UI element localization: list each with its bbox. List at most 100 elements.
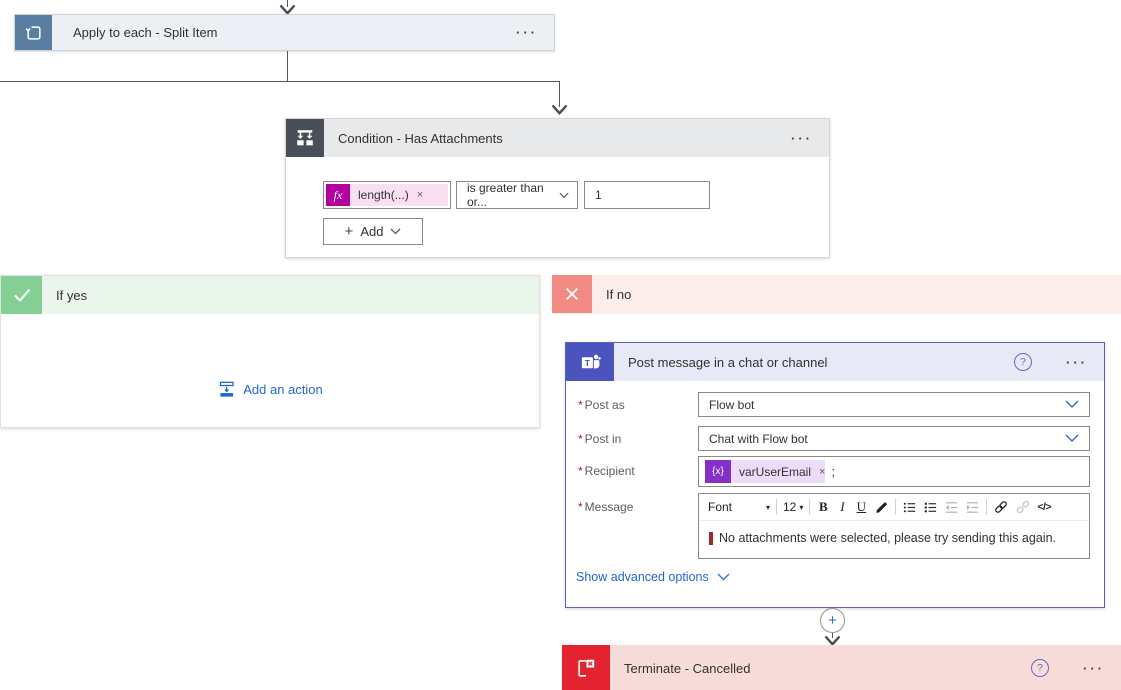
condition-add-button[interactable]: + Add (323, 218, 423, 245)
add-button-label: Add (360, 224, 384, 239)
show-advanced-options-link[interactable]: Show advanced options (576, 570, 730, 584)
required-mark: * (578, 398, 583, 412)
connector-line (287, 51, 288, 81)
remove-token-icon[interactable]: × (819, 466, 825, 478)
pen-icon (876, 501, 888, 513)
apply-to-each-menu-button[interactable]: ··· (500, 15, 554, 50)
apply-to-each-loop-icon (15, 15, 52, 50)
code-view-button[interactable]: </> (1037, 501, 1051, 513)
bold-button[interactable]: B (816, 499, 830, 515)
plus-icon: + (344, 223, 354, 240)
variable-token-label: varUserEmail (739, 464, 812, 479)
chevron-down-icon (1065, 434, 1079, 443)
bullet-list-button[interactable] (902, 500, 917, 515)
italic-button[interactable]: I (836, 499, 848, 515)
richtext-toolbar: Font ▾ 12 ▾ B I U </> (699, 494, 1089, 521)
expression-token[interactable]: fx length(...) × (326, 184, 448, 206)
condition-value: 1 (595, 188, 602, 202)
condition-operand-field[interactable]: fx length(...) × (323, 181, 451, 209)
if-yes-title: If yes (56, 287, 88, 303)
condition-operator-dropdown[interactable]: is greater than or... (456, 181, 578, 209)
branch-if-no-header[interactable]: If no (552, 275, 1121, 313)
message-content[interactable]: No attachments were selected, please try… (699, 521, 1089, 545)
add-an-action-label: Add an action (243, 382, 323, 397)
expression-token-label: length(...) (358, 188, 409, 202)
chevron-down-icon (390, 228, 401, 235)
branch-if-yes: If yes Add an action (0, 275, 540, 428)
fx-icon: fx (326, 184, 350, 206)
required-mark: * (578, 464, 583, 478)
post-in-dropdown[interactable]: Chat with Flow bot (698, 426, 1090, 451)
if-no-title: If no (606, 286, 632, 302)
arrow-down-icon (551, 104, 568, 115)
post-in-value: Chat with Flow bot (709, 431, 808, 446)
post-as-label: * Post as (578, 398, 625, 412)
condition-title: Condition - Has Attachments (338, 130, 503, 146)
action-condition: Condition - Has Attachments ··· fx lengt… (285, 118, 830, 258)
x-icon (552, 275, 592, 313)
chevron-down-icon (559, 192, 569, 198)
post-in-label: * Post in (578, 432, 622, 446)
bullet-list-icon (904, 502, 916, 512)
recipient-label: * Recipient (578, 464, 635, 478)
terminate-icon (562, 645, 610, 690)
numbered-list-icon (925, 502, 937, 512)
recipient-suffix: ; (831, 464, 835, 479)
insert-link-button[interactable] (993, 499, 1009, 515)
terminate-title: Terminate - Cancelled (624, 660, 751, 676)
chevron-down-icon (717, 573, 730, 581)
variable-token[interactable]: {x} varUserEmail × (705, 460, 826, 483)
action-post-message-teams: T Post message in a chat or channel ? ··… (565, 342, 1105, 608)
connector-line (0, 81, 560, 82)
outdent-icon (946, 501, 958, 513)
remove-token-icon[interactable]: × (417, 189, 423, 201)
flow-designer-canvas: Apply to each - Split Item ··· Condition… (0, 0, 1121, 690)
toolbar-divider (809, 499, 811, 515)
action-terminate[interactable]: Terminate - Cancelled ? ··· (562, 645, 1121, 690)
terminate-menu-button[interactable]: ··· (1067, 645, 1121, 690)
condition-icon (286, 119, 324, 157)
message-label: * Message (578, 500, 634, 514)
message-text: No attachments were selected, please try… (719, 531, 1056, 545)
remove-link-button[interactable] (1015, 499, 1031, 515)
required-mark: * (578, 500, 583, 514)
add-action-icon (219, 381, 234, 397)
microsoft-teams-icon: T (566, 343, 614, 381)
required-mark: * (578, 432, 583, 446)
message-editor[interactable]: Font ▾ 12 ▾ B I U </> No attachments wer… (698, 493, 1090, 559)
variable-icon: {x} (705, 460, 731, 483)
font-size-dropdown[interactable]: 12 ▾ (783, 500, 803, 514)
insert-step-button[interactable]: + (820, 608, 845, 633)
post-as-value: Flow bot (709, 397, 755, 412)
if-yes-header[interactable]: If yes (1, 276, 539, 314)
condition-header[interactable]: Condition - Has Attachments ··· (286, 119, 829, 157)
plus-icon: + (828, 612, 837, 629)
indent-button[interactable] (965, 500, 980, 515)
teams-card-title: Post message in a chat or channel (628, 354, 828, 370)
apply-to-each-title: Apply to each - Split Item (73, 25, 218, 40)
toolbar-divider (776, 499, 777, 515)
underline-button[interactable]: U (854, 499, 868, 515)
add-an-action-button[interactable]: Add an action (217, 380, 323, 399)
post-as-dropdown[interactable]: Flow bot (698, 392, 1090, 417)
condition-value-field[interactable]: 1 (584, 181, 710, 209)
link-icon (995, 501, 1008, 513)
unlink-icon (1017, 500, 1030, 514)
caret-down-icon: ▾ (799, 502, 804, 512)
font-family-dropdown[interactable]: Font ▾ (708, 500, 770, 514)
help-icon[interactable]: ? (1031, 659, 1049, 677)
condition-menu-button[interactable]: ··· (775, 119, 829, 157)
numbered-list-button[interactable] (923, 500, 938, 515)
show-advanced-options-label: Show advanced options (576, 570, 709, 584)
recipient-field[interactable]: {x} varUserEmail × ; (698, 456, 1090, 487)
help-icon[interactable]: ? (1014, 353, 1032, 371)
teams-menu-button[interactable]: ··· (1050, 343, 1104, 381)
exclamation-bar-icon (709, 531, 713, 545)
action-apply-to-each[interactable]: Apply to each - Split Item ··· (14, 14, 555, 51)
teams-card-header[interactable]: T Post message in a chat or channel ? ··… (566, 343, 1104, 381)
caret-down-icon: ▾ (765, 502, 770, 512)
outdent-button[interactable] (944, 500, 959, 515)
condition-operator-value: is greater than or... (467, 181, 544, 209)
toolbar-divider (895, 499, 897, 515)
highlight-pen-button[interactable] (874, 500, 889, 515)
